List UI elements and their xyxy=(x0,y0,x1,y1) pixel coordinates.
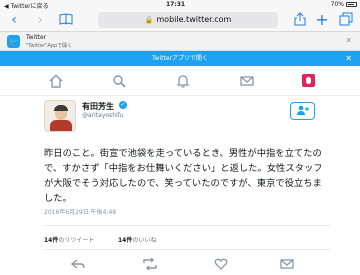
address-bar[interactable]: 🔒 mobile.twitter.com xyxy=(98,12,278,28)
app-banner[interactable]: 🐦 Twitter "Twitter"Appで開く ✕ xyxy=(0,32,360,51)
author-avatar[interactable] xyxy=(44,100,76,132)
plus-icon[interactable]: + xyxy=(314,12,330,28)
divider xyxy=(44,249,330,250)
open-in-app-bar[interactable]: Twitterアプリで開く ✕ xyxy=(0,51,360,66)
search-icon[interactable] xyxy=(112,74,126,88)
author-name[interactable]: 有田芳生 xyxy=(82,101,114,112)
tweet-date[interactable]: 2016年6月29日 午後4:48 xyxy=(44,207,116,216)
close-icon[interactable]: ✕ xyxy=(345,36,352,45)
app-banner-subtitle: "Twitter"Appで開く xyxy=(26,43,73,49)
follow-button[interactable] xyxy=(290,102,315,120)
reply-icon[interactable] xyxy=(70,258,85,270)
status-bar: ◀ Twitterに戻る 17:31 70% xyxy=(0,0,360,10)
retweets-stat[interactable]: 14件のリツイート xyxy=(44,235,94,244)
battery-percent: 70% xyxy=(330,1,344,8)
lock-icon: 🔒 xyxy=(144,16,154,24)
share-icon[interactable] xyxy=(292,12,308,28)
chevron-right-icon[interactable]: › xyxy=(32,12,48,28)
book-icon[interactable] xyxy=(58,12,74,28)
chevron-left-icon[interactable]: ‹ xyxy=(6,12,22,28)
twitter-nav xyxy=(0,66,360,96)
profile-avatar-icon[interactable] xyxy=(302,74,315,87)
battery-icon xyxy=(346,2,357,7)
browser-toolbar: ‹ › 🔒 mobile.twitter.com + xyxy=(0,9,360,32)
retweet-icon[interactable] xyxy=(142,257,157,271)
twitter-logo-icon: 🐦 xyxy=(7,35,20,48)
retweets-label: のリツイート xyxy=(58,237,95,244)
status-time: 17:31 xyxy=(166,1,186,8)
mail-share-icon[interactable] xyxy=(280,258,294,270)
heart-icon[interactable] xyxy=(214,258,228,270)
likes-stat[interactable]: 14件のいいね xyxy=(118,235,156,244)
open-in-app-label: Twitterアプリで開く xyxy=(151,55,209,62)
app-banner-title: Twitter xyxy=(26,34,47,41)
likes-label: のいいね xyxy=(132,237,157,244)
author-handle[interactable]: @aritayoshifu xyxy=(82,112,124,119)
divider xyxy=(44,225,330,226)
close-icon[interactable]: ✕ xyxy=(345,51,352,66)
bell-icon[interactable] xyxy=(176,74,190,88)
likes-count: 14件 xyxy=(118,237,133,244)
retweets-count: 14件 xyxy=(44,237,59,244)
verified-badge-icon: ✓ xyxy=(119,101,127,109)
mail-icon[interactable] xyxy=(240,74,254,88)
tweet-text: 昨日のこと。街宣で池袋を走っているとき、男性が中指を立てたので、すかさず「中指を… xyxy=(44,148,323,204)
add-user-icon xyxy=(296,105,309,116)
url-text: mobile.twitter.com xyxy=(156,15,232,24)
tabs-icon[interactable] xyxy=(338,12,354,28)
home-icon[interactable] xyxy=(49,74,63,88)
